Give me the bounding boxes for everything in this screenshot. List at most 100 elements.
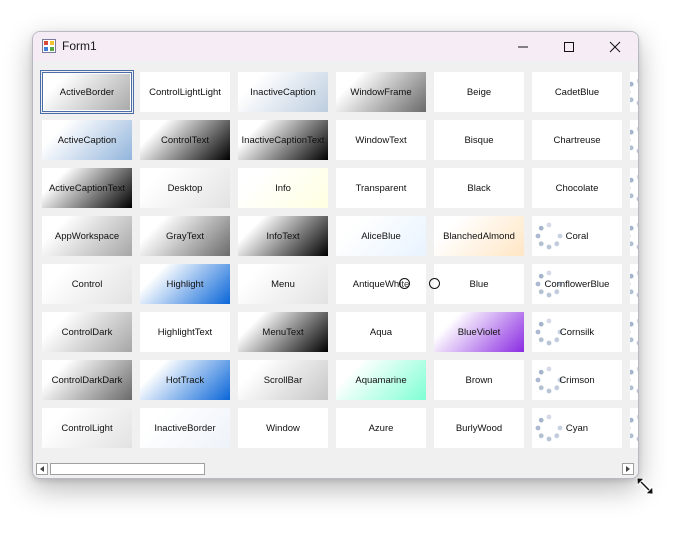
color-tile[interactable]: Desktop (140, 168, 230, 208)
color-tile[interactable]: Info (238, 168, 328, 208)
color-tile[interactable]: Blue (434, 264, 524, 304)
tile-label: ControlText (160, 134, 210, 146)
tile-label: CadetBlue (554, 86, 600, 98)
color-tile[interactable]: Window (238, 408, 328, 448)
tile-label: InfoText (266, 230, 300, 242)
form1-window: Form1 ActiveBorder ActiveCaption ActiveCap… (32, 31, 639, 479)
loading-spinner-icon (535, 222, 563, 250)
maximize-button[interactable] (546, 32, 592, 61)
color-tile[interactable]: Transparent (336, 168, 426, 208)
tile-label: Chocolate (555, 182, 599, 194)
scrollbar-thumb[interactable] (50, 463, 205, 475)
color-tile[interactable]: InactiveCaption (238, 72, 328, 112)
color-tile[interactable]: Beige (434, 72, 524, 112)
color-tile[interactable]: AntiqueWhite (336, 264, 426, 304)
tile-label: Highlight (166, 278, 204, 290)
color-tile[interactable]: ControlDarkDark (42, 360, 132, 400)
color-tile[interactable]: Chocolate (532, 168, 622, 208)
color-tile[interactable]: HighlightText (140, 312, 230, 352)
title-bar[interactable]: Form1 (33, 32, 638, 61)
color-tile[interactable]: Highlight (140, 264, 230, 304)
color-tile[interactable]: ControlText (140, 120, 230, 160)
color-tile[interactable]: Aquamarine (336, 360, 426, 400)
tile-label: Blue (469, 278, 489, 290)
color-tile[interactable]: MenuText (238, 312, 328, 352)
tile-label: Coral (565, 230, 589, 242)
tile-label: ControlLightLight (149, 86, 221, 98)
color-tile[interactable]: ScrollBar (238, 360, 328, 400)
color-tile[interactable]: InfoText (238, 216, 328, 256)
color-tile[interactable]: WindowFrame (336, 72, 426, 112)
color-tile[interactable]: AppWorkspace (42, 216, 132, 256)
scroll-left-icon (40, 466, 44, 472)
color-tile[interactable]: Bisque (434, 120, 524, 160)
tile-label: ControlDark (61, 326, 113, 338)
tile-label: AliceBlue (361, 230, 401, 242)
tile-label: ActiveBorder (59, 86, 115, 98)
tile-label: Chartreuse (553, 134, 601, 146)
color-tile[interactable]: BurlyWood (434, 408, 524, 448)
color-tile[interactable]: Cornsilk (532, 312, 622, 352)
color-tile[interactable]: Brown (434, 360, 524, 400)
tile-label: InactiveBorder (154, 422, 216, 434)
scroll-right-icon (626, 466, 630, 472)
color-tile[interactable]: ActiveCaptionText (42, 168, 132, 208)
tile-label: WindowFrame (350, 86, 412, 98)
tile-label: InactiveCaptionText (241, 134, 325, 146)
color-tile[interactable]: AliceBlue (336, 216, 426, 256)
tile-label: Cornsilk (559, 326, 595, 338)
minimize-icon (518, 46, 528, 47)
color-tile[interactable]: InactiveCaptionText (238, 120, 328, 160)
color-tile[interactable]: InactiveBorder (140, 408, 230, 448)
color-tiles-panel: ActiveBorder ActiveCaption ActiveCaptionTe… (33, 61, 638, 478)
color-tile[interactable]: Coral (532, 216, 622, 256)
color-tile[interactable]: Aqua (336, 312, 426, 352)
color-tile[interactable]: GrayText (140, 216, 230, 256)
color-tile[interactable]: Cyan (532, 408, 622, 448)
tile-label: ControlLight (61, 422, 113, 434)
loading-spinner-icon (535, 414, 563, 442)
maximize-icon (564, 41, 574, 52)
color-tile[interactable]: WindowText (336, 120, 426, 160)
color-tile[interactable]: ControlDark (42, 312, 132, 352)
color-tile[interactable]: BlueViolet (434, 312, 524, 352)
tile-label: Bisque (464, 134, 494, 146)
window-title: Form1 (62, 39, 97, 53)
tile-label: InactiveCaption (250, 86, 316, 98)
color-tile[interactable]: Control (42, 264, 132, 304)
cursor-indicator (399, 278, 410, 289)
scroll-left-button[interactable] (36, 463, 48, 475)
tile-label: Window (266, 422, 300, 434)
color-tile[interactable]: Chartreuse (532, 120, 622, 160)
tile-label: GrayText (165, 230, 204, 242)
color-tile[interactable]: BlanchedAlmond (434, 216, 524, 256)
tile-label: ControlDarkDark (51, 374, 123, 386)
minimize-button[interactable] (500, 32, 546, 61)
tile-label: CornflowerBlue (544, 278, 610, 290)
color-tile[interactable]: Menu (238, 264, 328, 304)
close-button[interactable] (592, 32, 638, 61)
color-tile[interactable]: ControlLight (42, 408, 132, 448)
color-tile[interactable]: Black (434, 168, 524, 208)
color-tile[interactable]: ControlLightLight (140, 72, 230, 112)
color-tile[interactable]: ActiveCaption (42, 120, 132, 160)
color-tile[interactable]: HotTrack (140, 360, 230, 400)
tile-label: ScrollBar (263, 374, 303, 386)
color-tile[interactable]: Crimson (532, 360, 622, 400)
color-tile[interactable]: Azure (336, 408, 426, 448)
tile-label: BlueViolet (457, 326, 501, 338)
horizontal-scrollbar[interactable] (33, 461, 638, 478)
tile-label: Black (467, 182, 491, 194)
tile-label: Azure (368, 422, 394, 434)
tile-label: HotTrack (165, 374, 205, 386)
tile-label: AppWorkspace (54, 230, 120, 242)
color-tile[interactable]: CadetBlue (532, 72, 622, 112)
color-tile[interactable]: ActiveBorder (40, 70, 134, 114)
scroll-right-button[interactable] (622, 463, 634, 475)
tile-label: Brown (465, 374, 493, 386)
color-tile[interactable]: CornflowerBlue (532, 264, 622, 304)
tile-label: Menu (271, 278, 295, 290)
cursor-indicator (429, 278, 440, 289)
tile-label: BlanchedAlmond (443, 230, 515, 242)
tile-label: BurlyWood (455, 422, 503, 434)
